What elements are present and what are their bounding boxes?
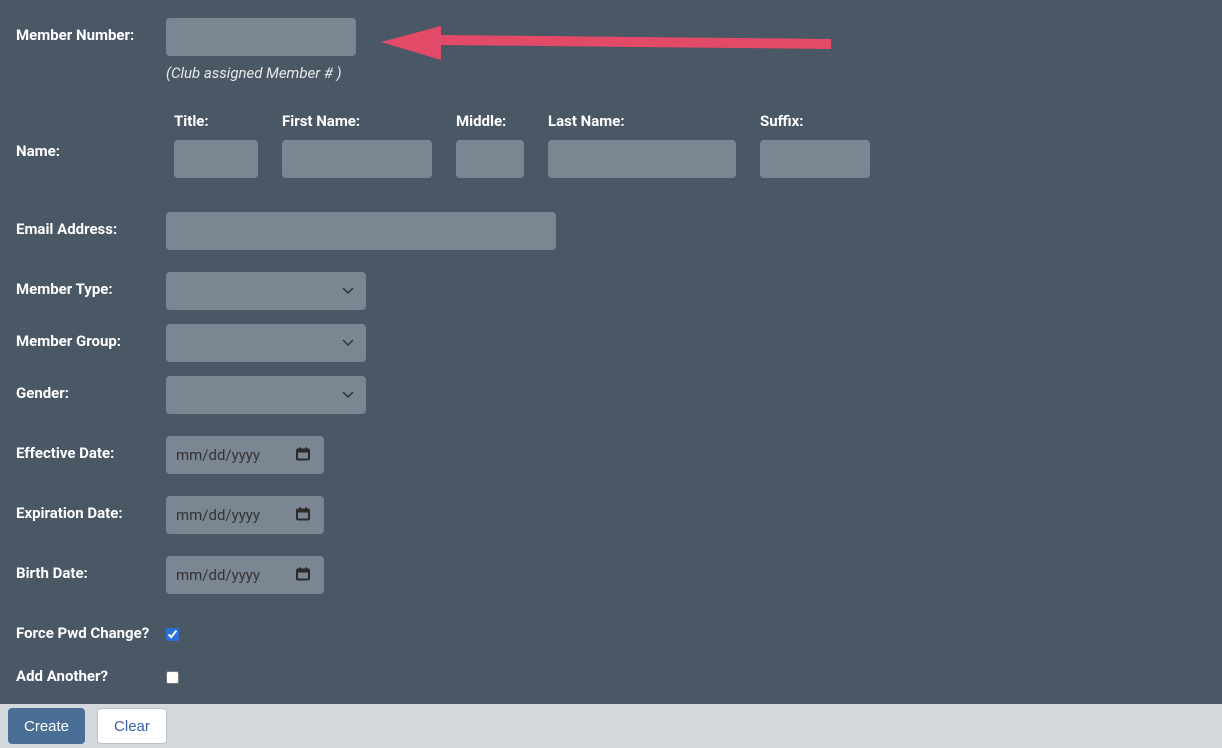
add-another-label: Add Another? xyxy=(16,659,166,685)
birth-date-label: Birth Date: xyxy=(16,556,166,582)
title-input[interactable] xyxy=(174,140,258,178)
last-name-label: Last Name: xyxy=(548,112,736,130)
force-pwd-checkbox[interactable] xyxy=(166,628,179,641)
member-group-label: Member Group: xyxy=(16,324,166,350)
gender-select[interactable] xyxy=(166,376,366,414)
middle-label: Middle: xyxy=(456,112,524,130)
gender-label: Gender: xyxy=(16,376,166,402)
name-label: Name: xyxy=(16,112,166,160)
add-another-checkbox[interactable] xyxy=(166,671,179,684)
clear-button[interactable]: Clear xyxy=(97,708,167,744)
member-type-label: Member Type: xyxy=(16,272,166,298)
member-group-select[interactable] xyxy=(166,324,366,362)
suffix-input[interactable] xyxy=(760,140,870,178)
member-type-select[interactable] xyxy=(166,272,366,310)
effective-date-label: Effective Date: xyxy=(16,436,166,462)
suffix-label: Suffix: xyxy=(760,112,870,130)
first-name-label: First Name: xyxy=(282,112,432,130)
create-button[interactable]: Create xyxy=(8,708,85,744)
footer-bar: Create Clear xyxy=(0,704,1222,748)
expiration-date-label: Expiration Date: xyxy=(16,496,166,522)
first-name-input[interactable] xyxy=(282,140,432,178)
member-number-label: Member Number: xyxy=(16,18,166,44)
effective-date-input[interactable]: mm/dd/yyyy xyxy=(166,436,324,474)
email-input[interactable] xyxy=(166,212,556,250)
birth-date-input[interactable]: mm/dd/yyyy xyxy=(166,556,324,594)
title-label: Title: xyxy=(174,112,258,130)
member-number-hint: (Club assigned Member # ) xyxy=(166,64,1206,82)
expiration-date-input[interactable]: mm/dd/yyyy xyxy=(166,496,324,534)
force-pwd-label: Force Pwd Change? xyxy=(16,616,166,642)
email-label: Email Address: xyxy=(16,212,166,238)
middle-input[interactable] xyxy=(456,140,524,178)
last-name-input[interactable] xyxy=(548,140,736,178)
member-number-input[interactable] xyxy=(166,18,356,56)
